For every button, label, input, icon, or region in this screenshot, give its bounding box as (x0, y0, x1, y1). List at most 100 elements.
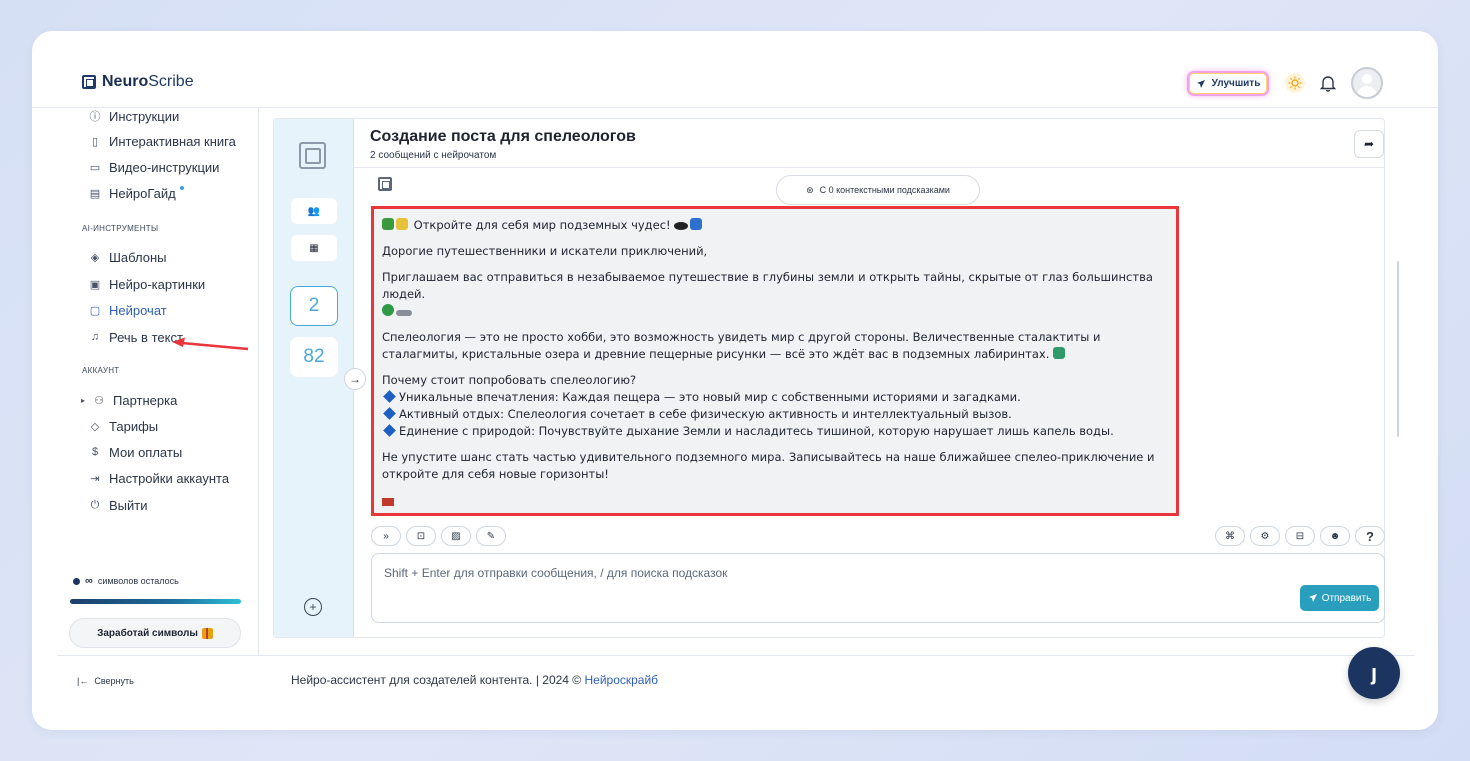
robot-icon[interactable]: ☻ (1320, 526, 1350, 546)
message-toolbar-left: » ⊡ ▨ ✎ (371, 526, 506, 546)
sidebar-item-label: Нейро-картинки (109, 276, 206, 292)
save-icon[interactable]: ⊡ (406, 526, 436, 546)
key-emoji-icon (396, 310, 412, 316)
message-why: Почему стоит попробовать спелеологию? (382, 373, 637, 387)
message-input[interactable]: Shift + Enter для отправки сообщения, / … (371, 553, 1385, 623)
message-about-text: Спелеология — это не просто хобби, это в… (382, 330, 1101, 361)
send-label: Отправить (1321, 592, 1372, 604)
guide-icon: ▤ (89, 187, 101, 200)
collapse-chevrons-icon[interactable]: » (371, 526, 401, 546)
message-bullet: Единение с природой: Почувствуйте дыхани… (399, 424, 1114, 438)
chat-panel: 👥 ▦ 2 82 + → Создание поста для спелеоло… (273, 118, 1399, 638)
credits-remaining: ∞ символов осталось (73, 575, 179, 587)
expand-arrow-icon[interactable]: → (344, 368, 366, 390)
footer-link[interactable]: Нейроскрайб (584, 673, 658, 687)
sidebar-item-account-settings[interactable]: ⇥ Настройки аккаунта (89, 470, 229, 486)
sidebar-item-instructions[interactable]: ⓘ Инструкции (89, 108, 180, 124)
sidebar-item-video-instructions[interactable]: ▭ Видео-инструкции (89, 159, 220, 175)
message-input-placeholder: Shift + Enter для отправки сообщения, / … (384, 566, 728, 580)
earn-credits-label: Заработай символы (97, 627, 198, 639)
sidebar-item-neuroguide[interactable]: ▤ НейроГайд (89, 185, 188, 201)
help-button[interactable]: ? (1355, 526, 1385, 546)
explorer-emoji-icon (382, 218, 394, 230)
globe-emoji-icon (382, 304, 394, 316)
rail-template-count[interactable]: 82 (290, 337, 338, 377)
rail-chat-count[interactable]: 2 (290, 286, 338, 326)
login-icon: ⇥ (90, 472, 100, 485)
bot-message: Откройте для себя мир подземных чудес! Д… (371, 206, 1179, 516)
sidebar-item-label: Шаблоны (109, 249, 167, 265)
sidebar-item-logout[interactable]: ⏻ Выйти (89, 497, 148, 513)
sidebar-item-templates[interactable]: ◈ Шаблоны (89, 249, 167, 265)
bot-avatar-icon (378, 177, 392, 191)
context-hints-label: С 0 контекстными подсказками (819, 185, 950, 195)
send-icon (1308, 594, 1317, 602)
chat-scrollbar[interactable] (1397, 261, 1399, 437)
upgrade-button[interactable]: Улучшить (1187, 71, 1269, 96)
collapse-sidebar-button[interactable]: |← Свернуть (77, 676, 134, 686)
gift-icon (201, 627, 213, 639)
tag-icon: ◇ (90, 420, 100, 433)
sidebar-item-label: Партнерка (113, 392, 178, 408)
send-button[interactable]: Отправить (1300, 585, 1379, 611)
credits-bullet (73, 577, 80, 585)
sidebar-item-my-payments[interactable]: $ Мои оплаты (89, 444, 182, 460)
users-icon: 👥 (307, 205, 321, 217)
credits-label: символов осталось (97, 576, 179, 586)
message-why-block: Почему стоит попробовать спелеологию? Ун… (382, 372, 1168, 440)
footer-text: Нейро-ассистент для создателей контента.… (291, 673, 658, 687)
section-label-ai-tools: AI-ИНСТРУМЕНТЫ (82, 224, 159, 233)
bell-icon[interactable] (1320, 74, 1336, 92)
share-button[interactable]: ➦ (1354, 130, 1384, 158)
context-hints-pill[interactable]: ⊛ С 0 контекстными подсказками (776, 175, 980, 205)
earn-credits-button[interactable]: Заработай символы (69, 618, 241, 648)
sidebar-item-partner[interactable]: ▸ ⚇ Партнерка (81, 392, 177, 408)
user-avatar[interactable] (1351, 67, 1383, 99)
chat-icon: ▢ (89, 304, 101, 317)
hole-emoji-icon (674, 222, 689, 230)
plugin-icon[interactable]: ⌘ (1215, 526, 1245, 546)
diamond-bullet-icon (383, 390, 396, 403)
add-chat-icon[interactable]: + (304, 598, 322, 616)
support-chat-button[interactable]: ȷ (1348, 647, 1400, 699)
users-icon: ⚇ (94, 394, 104, 407)
sparkles-emoji-icon (396, 218, 408, 230)
message-cutoff-line (382, 492, 1168, 506)
rail-grid-button[interactable]: ▦ (291, 235, 337, 261)
share-icon: ➦ (1363, 137, 1375, 151)
magic-wand-icon[interactable]: ✎ (476, 526, 506, 546)
top-bar: NeuroScribe Улучшить (32, 31, 1438, 108)
settings-icon[interactable]: ⚙ (1250, 526, 1280, 546)
sidebar-item-neurochat[interactable]: ▢ Нейрочат (89, 302, 167, 318)
brand-logo[interactable]: NeuroScribe (82, 73, 194, 91)
theme-toggle-sun-icon[interactable] (1285, 73, 1305, 93)
message-greeting: Дорогие путешественники и искатели прикл… (382, 244, 708, 258)
app-window: NeuroScribe Улучшить ⓘ Инструкции ▯ Инте… (32, 31, 1438, 730)
sidebar-item-label: Настройки аккаунта (109, 470, 230, 486)
sidebar-item-neuro-images[interactable]: ▣ Нейро-картинки (89, 276, 205, 292)
sidebar-item-tariffs[interactable]: ◇ Тарифы (89, 418, 158, 434)
message-about: Спелеология — это не просто хобби, это в… (382, 329, 1168, 363)
header-divider (354, 167, 1384, 168)
message-invite: Приглашаем вас отправиться в незабываемо… (382, 269, 1168, 320)
collapse-label: Свернуть (94, 676, 134, 686)
message-invite-text: Приглашаем вас отправиться в незабываемо… (382, 270, 1153, 301)
book-icon: ▯ (91, 135, 99, 148)
image-icon[interactable]: ▨ (441, 526, 471, 546)
hint-icon: ⊛ (806, 184, 814, 195)
credits-progress-bar (70, 599, 241, 604)
brand-name-bold: Neuro (102, 73, 149, 90)
section-label-account: АККАУНТ (82, 366, 120, 375)
message-cta: Не упустите шанс стать частью удивительн… (382, 450, 1155, 481)
chevron-right-icon: ▸ (81, 395, 86, 405)
rail-users-button[interactable]: 👥 (291, 198, 337, 224)
message-toolbar-right: ⌘ ⚙ ⊟ ☻ ? (1215, 526, 1385, 546)
sidebar-item-interactive-book[interactable]: ▯ Интерактивная книга (89, 133, 236, 149)
sidebar-item-label: Видео-инструкции (109, 159, 220, 175)
footer-copyright: Нейро-ассистент для создателей контента.… (291, 673, 585, 687)
footer-bar: |← Свернуть Нейро-ассистент для создател… (57, 655, 1415, 707)
archive-icon[interactable]: ⊟ (1285, 526, 1315, 546)
sidebar-item-label: Мои оплаты (109, 444, 183, 460)
sidebar-item-label: НейроГайд (109, 185, 176, 201)
sidebar-item-speech-to-text[interactable]: ♫ Речь в текст (89, 329, 183, 345)
